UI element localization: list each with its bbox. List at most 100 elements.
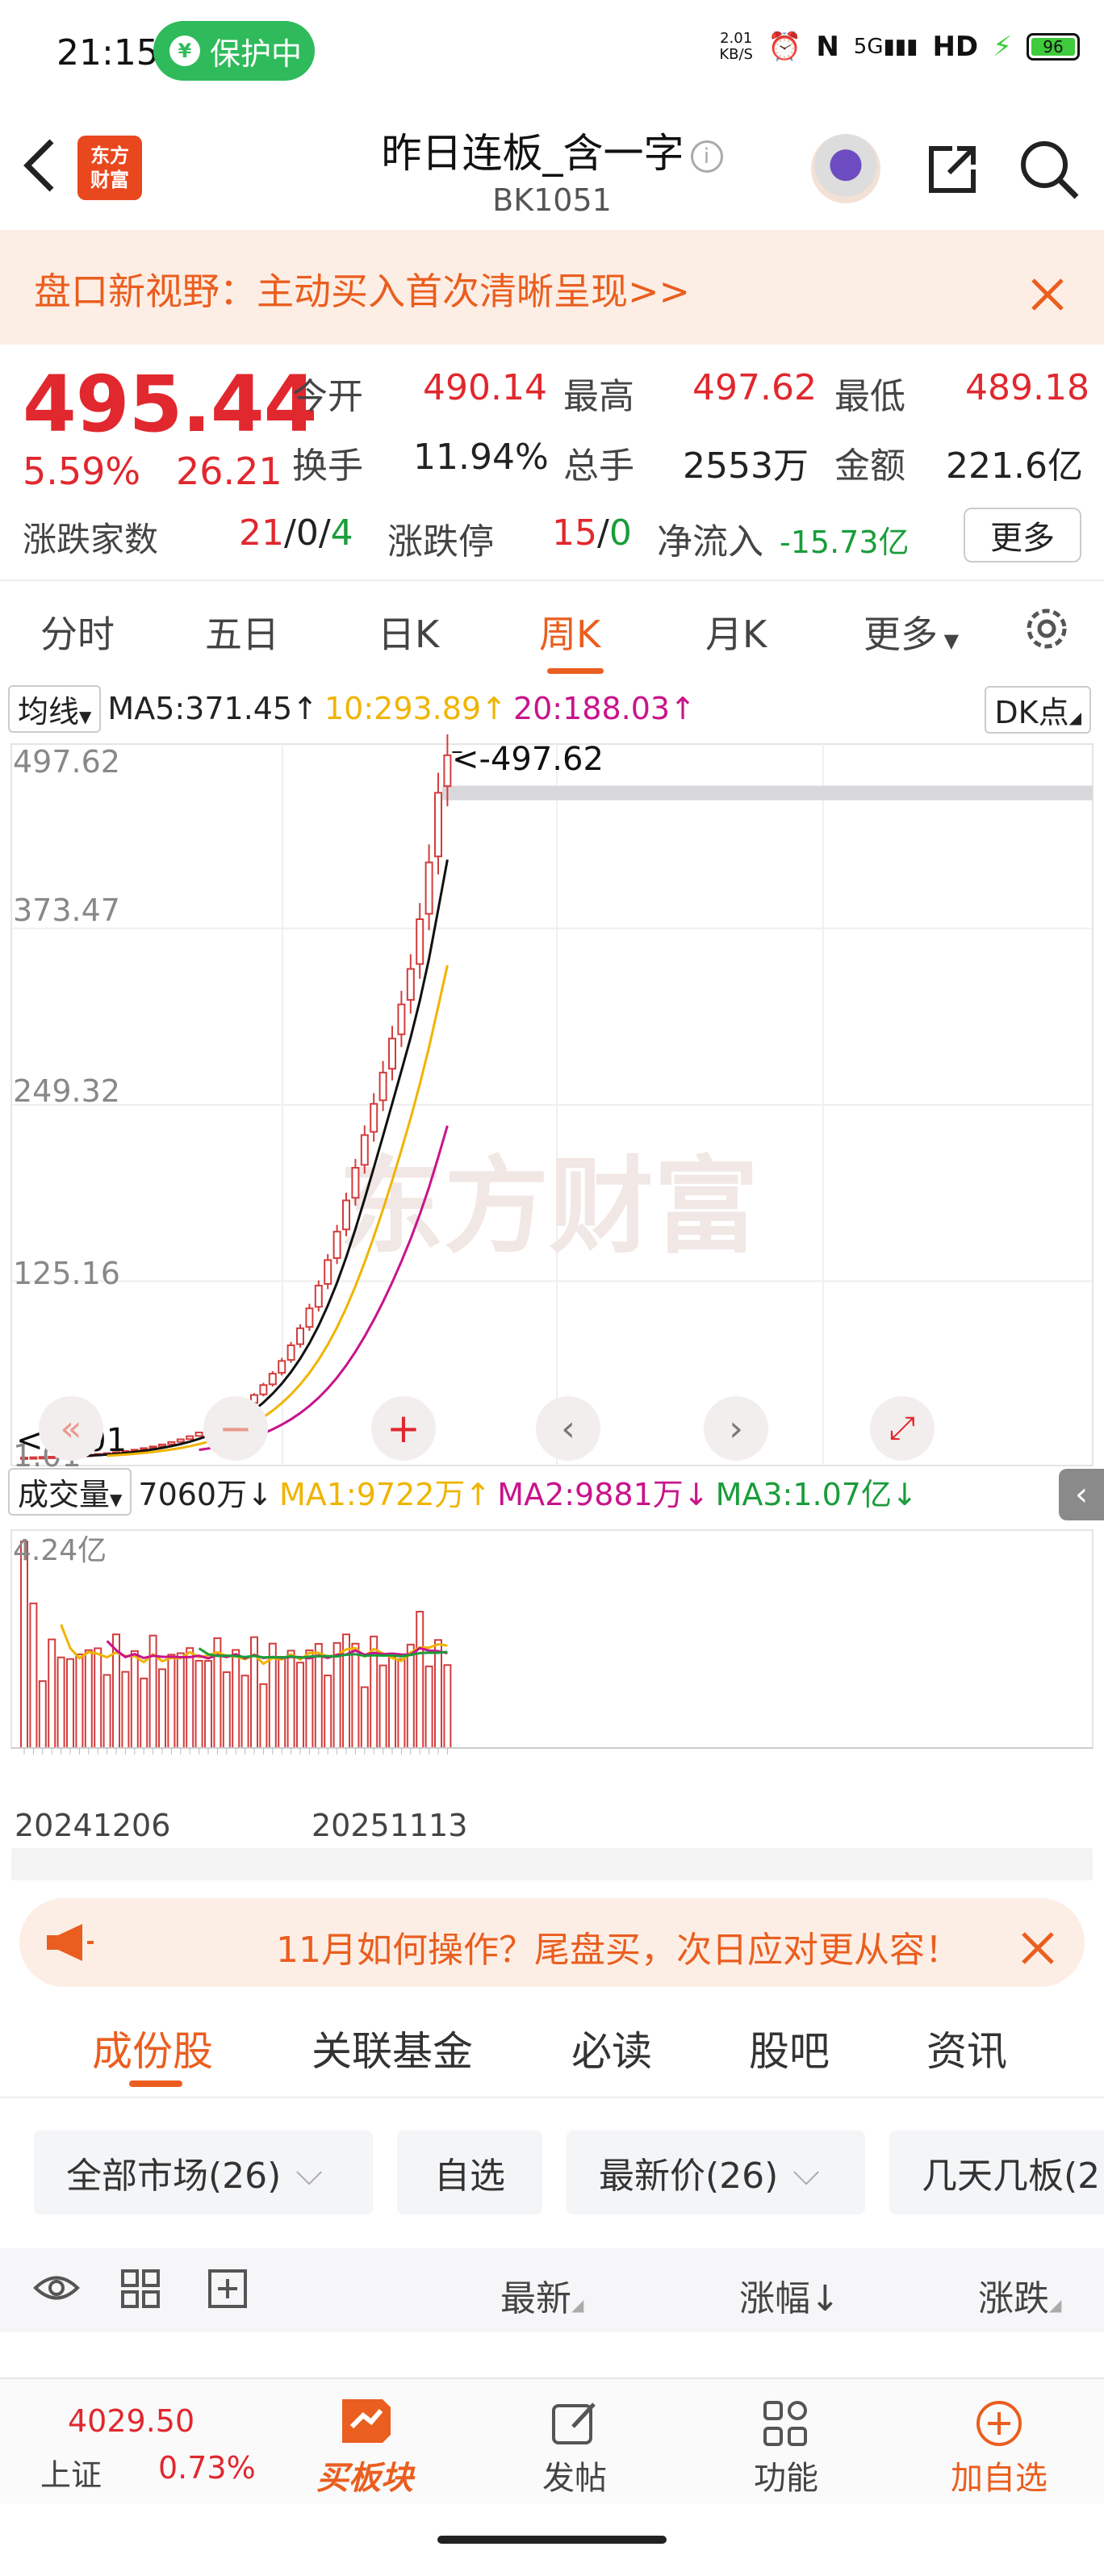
tab-must-read[interactable]: 必读 bbox=[571, 2019, 652, 2077]
open-value: 490.14 bbox=[423, 367, 547, 408]
sort-icon: ◢ bbox=[571, 2295, 584, 2315]
home-indicator[interactable] bbox=[437, 2536, 667, 2544]
grid-view-icon[interactable] bbox=[119, 2268, 161, 2313]
dk-point-button[interactable]: DK点◢ bbox=[985, 686, 1091, 734]
down-count: 4 bbox=[330, 512, 353, 554]
assistant-avatar[interactable] bbox=[811, 134, 880, 203]
signal-label: 5G bbox=[853, 35, 884, 59]
volume-legend: 成交量▼ 7060万↓ MA1:9722万↑ MA2:9881万↓ MA3:1.… bbox=[8, 1467, 918, 1516]
fullscreen-button[interactable]: ⤢ bbox=[870, 1396, 935, 1461]
nav-buy-sector-label: 买板块 bbox=[316, 2460, 413, 2497]
candle bbox=[167, 1441, 176, 1445]
market-filter-label: 全部市场(26) bbox=[66, 2156, 282, 2197]
nav-functions[interactable]: 功能 bbox=[713, 2395, 859, 2499]
candle bbox=[286, 1344, 295, 1361]
col-latest-label: 最新 bbox=[500, 2278, 571, 2319]
nav-post[interactable]: 发帖 bbox=[502, 2395, 647, 2499]
volume-bar bbox=[286, 1650, 295, 1750]
search-icon[interactable] bbox=[1015, 136, 1083, 207]
col-change-pct[interactable]: 涨幅↓ bbox=[739, 2269, 840, 2321]
tab-rik[interactable]: 日K bbox=[378, 605, 439, 659]
volume-label: 总手 bbox=[563, 445, 634, 487]
close-icon[interactable] bbox=[1023, 254, 1072, 332]
price-filter[interactable]: 最新价(26) ⌵ bbox=[567, 2131, 865, 2214]
volume-bar bbox=[94, 1647, 102, 1750]
tab-news[interactable]: 资讯 bbox=[926, 2019, 1007, 2077]
info-icon[interactable]: i bbox=[690, 140, 723, 173]
rewind-button[interactable]: « bbox=[39, 1396, 103, 1461]
tab-forum[interactable]: 股吧 bbox=[749, 2019, 830, 2077]
close-icon[interactable] bbox=[1015, 1913, 1060, 1984]
promo-bar[interactable]: 11月如何操作？尾盘买，次日应对更从容！ bbox=[19, 1898, 1085, 1987]
minus-icon: − bbox=[219, 1405, 253, 1452]
feature-banner[interactable]: 盘口新视野：主动买入首次清晰呈现>> bbox=[0, 230, 1104, 345]
board-days-filter[interactable]: 几天几板(2 bbox=[889, 2131, 1104, 2214]
volume-bar bbox=[204, 1660, 212, 1749]
bottom-nav: 4029.50 上证 0.73% 买板块 发帖 功能 加自选 bbox=[0, 2377, 1104, 2503]
volume-bar bbox=[176, 1652, 185, 1750]
vma2-value: MA2:9881万↓ bbox=[497, 1476, 709, 1512]
kline-svg[interactable]: 东方财富 bbox=[0, 734, 1104, 1808]
prev-button[interactable]: ‹ bbox=[536, 1396, 600, 1461]
list-header: 最新◢ 涨幅↓ 涨跌◢ bbox=[0, 2248, 1104, 2332]
hd-label: HD bbox=[932, 31, 979, 63]
tab-zhouk[interactable]: 周K bbox=[539, 605, 600, 659]
more-button[interactable]: 更多 bbox=[964, 508, 1081, 562]
banner-text[interactable]: 盘口新视野：主动买入首次清晰呈现>> bbox=[34, 262, 690, 316]
tab-yuek[interactable]: 月K bbox=[705, 605, 767, 659]
indicator-selector[interactable]: 成交量▼ bbox=[8, 1467, 132, 1516]
separator: / bbox=[318, 512, 331, 554]
net-speed-unit: KB/S bbox=[719, 46, 753, 63]
market-filter[interactable]: 全部市场(26) ⌵ bbox=[34, 2131, 373, 2214]
ma-selector[interactable]: 均线▼ bbox=[8, 684, 102, 733]
share-icon[interactable] bbox=[920, 137, 985, 205]
promo-text[interactable]: 11月如何操作？尾盘买，次日应对更从容！ bbox=[276, 1921, 960, 1972]
high-label: 最高 bbox=[563, 376, 634, 417]
tab-fenshi[interactable]: 分时 bbox=[40, 605, 115, 659]
volume-bar bbox=[148, 1634, 157, 1750]
index-value[interactable]: 4029.50 bbox=[68, 2403, 194, 2439]
index-name[interactable]: 上证 bbox=[40, 2450, 102, 2494]
candle bbox=[186, 1435, 194, 1441]
charging-icon: ⚡ bbox=[993, 31, 1012, 63]
vma1-value: MA1:9722万↑ bbox=[278, 1476, 491, 1512]
volume-bar bbox=[296, 1662, 304, 1750]
volume-max-label: 4.24亿 bbox=[13, 1534, 107, 1567]
caret-down-icon: ▼ bbox=[938, 629, 960, 652]
tab-wuri[interactable]: 五日 bbox=[205, 605, 279, 659]
megaphone-icon bbox=[44, 1922, 95, 1966]
change-percent: 5.59% bbox=[23, 450, 141, 493]
back-button[interactable] bbox=[16, 133, 65, 211]
max-marker: <-497.62 bbox=[452, 741, 604, 778]
tab-components[interactable]: 成份股 bbox=[92, 2019, 213, 2077]
zoom-in-button[interactable]: + bbox=[371, 1396, 436, 1461]
tab-funds[interactable]: 关联基金 bbox=[312, 2019, 473, 2077]
add-box-icon[interactable] bbox=[207, 2268, 249, 2313]
collapse-button[interactable]: ‹ bbox=[1059, 1469, 1104, 1520]
nav-add-watchlist[interactable]: 加自选 bbox=[926, 2395, 1072, 2499]
kline-chart-area[interactable]: 均线▼ MA5:371.45↑ 10:293.89↑ 20:188.03↑ DK… bbox=[0, 678, 1104, 1880]
index-percent[interactable]: 0.73% bbox=[158, 2450, 256, 2486]
volume-bar bbox=[351, 1642, 360, 1749]
limit-down-count: 0 bbox=[608, 512, 632, 554]
col-change[interactable]: 涨跌◢ bbox=[978, 2269, 1061, 2321]
battery-icon: 96 bbox=[1027, 33, 1080, 61]
col-latest[interactable]: 最新◢ bbox=[500, 2269, 583, 2321]
sort-icon: ◢ bbox=[1049, 2295, 1062, 2315]
y-tick-label: 125.16 bbox=[13, 1256, 120, 1291]
volume-bar bbox=[20, 1541, 28, 1749]
eye-icon[interactable] bbox=[32, 2268, 81, 2311]
watchlist-filter[interactable]: 自选 bbox=[397, 2131, 542, 2214]
next-button[interactable]: › bbox=[704, 1396, 768, 1461]
turnover-value: 11.94% bbox=[413, 437, 549, 478]
nav-buy-sector[interactable]: 买板块 bbox=[292, 2395, 437, 2499]
candle bbox=[416, 918, 424, 965]
settings-icon[interactable] bbox=[1020, 602, 1073, 659]
tab-more[interactable]: 更多 ▼ bbox=[864, 605, 959, 659]
zoom-out-button[interactable]: − bbox=[203, 1396, 268, 1461]
apps-icon bbox=[713, 2395, 859, 2452]
limit-label: 涨跌停 bbox=[387, 521, 494, 562]
protect-badge[interactable]: ¥ 保护中 bbox=[153, 21, 315, 81]
candle bbox=[332, 1231, 341, 1259]
chart-footer bbox=[11, 1848, 1093, 1880]
